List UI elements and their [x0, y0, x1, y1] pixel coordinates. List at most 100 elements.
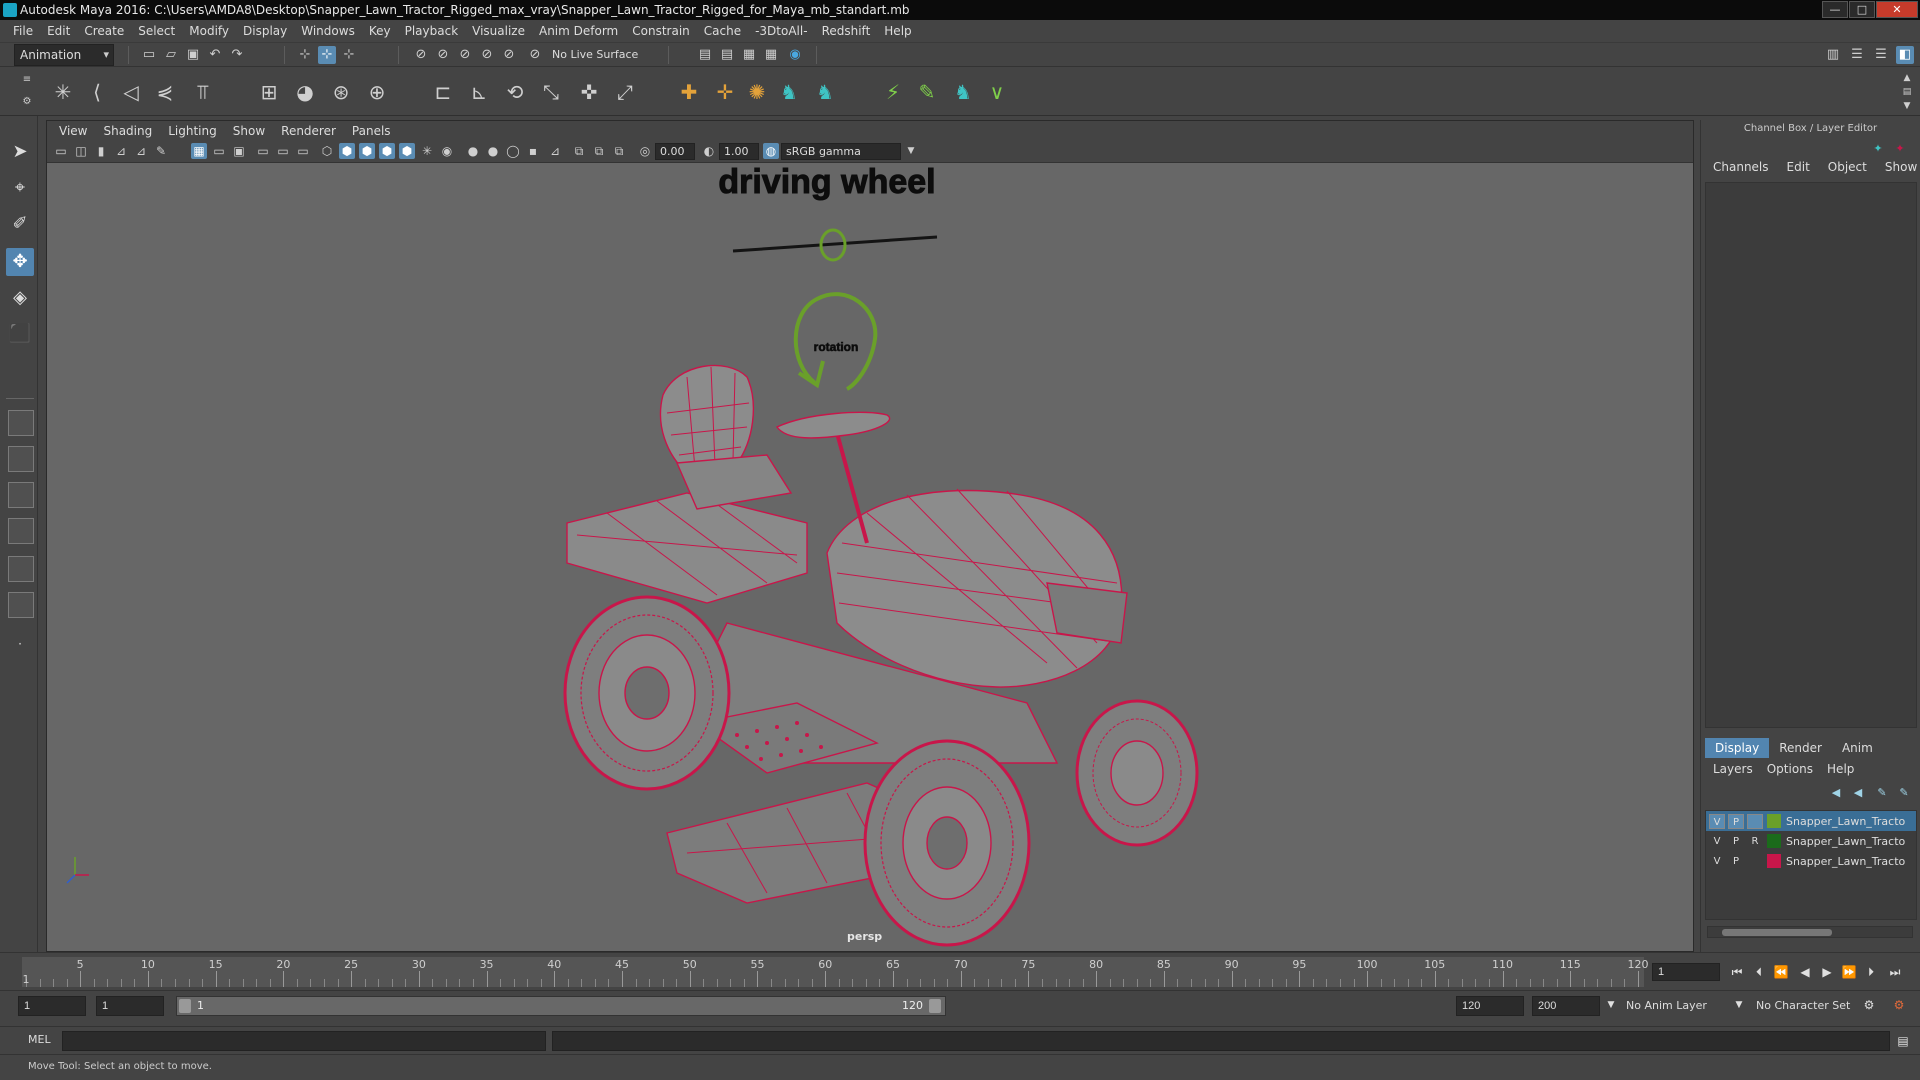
side-by-side-layout-button[interactable]	[8, 482, 34, 508]
layer-menu-options[interactable]: Options	[1767, 762, 1813, 780]
redo-icon[interactable]: ↷	[228, 46, 246, 64]
close-button[interactable]: ✕	[1876, 1, 1918, 18]
layer-playback-toggle[interactable]: P	[1728, 813, 1744, 829]
step-forward-frame-icon[interactable]: ⏵	[1862, 963, 1880, 981]
step-back-frame-icon[interactable]: ⏴	[1750, 963, 1768, 981]
character-set-dropdown[interactable]: No Character Set	[1756, 996, 1850, 1016]
new-scene-icon[interactable]: ▭	[140, 46, 158, 64]
new-layer-from-selection-icon[interactable]: ✎	[1895, 784, 1913, 802]
layer-color-swatch[interactable]	[1767, 854, 1781, 868]
lattice-icon[interactable]: ⊛	[328, 79, 354, 105]
snap-point-icon[interactable]: ⊘	[456, 46, 474, 64]
four-pane-layout-button[interactable]	[8, 446, 34, 472]
menu-anim-deform[interactable]: Anim Deform	[532, 20, 625, 42]
layer-display-type-toggle[interactable]	[1747, 813, 1763, 829]
menu-set-dropdown[interactable]: Animation	[14, 44, 114, 66]
select-object-icon[interactable]: ⊹	[318, 46, 336, 64]
script-editor-icon[interactable]: ▤	[1894, 1032, 1912, 1050]
anim-layer-chevron-down-icon[interactable]: ▼	[1730, 996, 1748, 1014]
modeling-toolkit-icon[interactable]: ▥	[1824, 46, 1842, 64]
breakdown-key-icon[interactable]: ✺	[744, 79, 770, 105]
xray-icon[interactable]: ⊿	[547, 143, 563, 159]
layer-menu-help[interactable]: Help	[1827, 762, 1854, 780]
save-scene-icon[interactable]: ▣	[184, 46, 202, 64]
smooth-bind-icon[interactable]: ◕	[292, 79, 318, 105]
snap-view-plane-icon[interactable]: ⊘	[478, 46, 496, 64]
screen-space-ao-icon[interactable]: ◉	[439, 143, 455, 159]
exposure-icon[interactable]: ◎	[637, 143, 653, 159]
layer-row[interactable]: V P Snapper_Lawn_Tractor	[1706, 851, 1916, 871]
current-frame-field[interactable]	[1652, 963, 1720, 981]
shelf-tabs-icon[interactable]: ⚙	[18, 93, 36, 111]
more-layouts-icon[interactable]: ·	[6, 630, 34, 658]
select-camera-icon[interactable]: ▭	[53, 143, 69, 159]
channel-box-pin-icon[interactable]: ✦	[1869, 140, 1887, 158]
play-forwards-icon[interactable]: ▶	[1818, 963, 1836, 981]
xray-components-icon[interactable]: ⧉	[591, 143, 607, 159]
orient-constraint-icon[interactable]: ⟲	[502, 79, 528, 105]
render-view-icon[interactable]: ◉	[786, 46, 804, 64]
human-ik-icon[interactable]: ♞	[776, 79, 802, 105]
open-scene-icon[interactable]: ▱	[162, 46, 180, 64]
menu-file[interactable]: File	[6, 20, 40, 42]
tab-anim-layers[interactable]: Anim	[1832, 738, 1883, 758]
two-d-pan-icon[interactable]: ⊿	[133, 143, 149, 159]
channel-box-toggle-icon[interactable]: ◧	[1896, 46, 1914, 64]
move-layer-down-icon[interactable]: ◀	[1849, 784, 1867, 802]
mirror-joint-icon[interactable]: ◁	[118, 79, 144, 105]
multisample-aa-icon[interactable]: ●	[485, 143, 501, 159]
minimize-button[interactable]: —	[1822, 1, 1848, 18]
command-input[interactable]	[62, 1031, 546, 1051]
viewport-menu-show[interactable]: Show	[225, 124, 273, 138]
render-frame-icon[interactable]: ▤	[696, 46, 714, 64]
layer-visibility-toggle[interactable]: V	[1709, 834, 1725, 849]
render-settings-icon[interactable]: ▦	[740, 46, 758, 64]
gamma-icon[interactable]: ◐	[701, 143, 717, 159]
ik-handle-icon[interactable]: ⋞	[152, 79, 178, 105]
lasso-tool-icon[interactable]: ⌖	[6, 174, 34, 202]
maximize-button[interactable]: □	[1849, 1, 1875, 18]
menu-edit[interactable]: Edit	[40, 20, 77, 42]
persp-outliner-layout-button[interactable]	[8, 518, 34, 544]
aim-constraint-icon[interactable]: ✜	[576, 79, 602, 105]
bookmark-icon[interactable]: ▮	[93, 143, 109, 159]
insert-joint-icon[interactable]: ⟨	[84, 79, 110, 105]
wireframe-icon[interactable]: ⬡	[319, 143, 335, 159]
hypershade-layout-button[interactable]	[8, 592, 34, 618]
live-surface-label[interactable]: No Live Surface	[552, 45, 638, 65]
snap-surface-icon[interactable]: ⊘	[500, 46, 518, 64]
brush-icon[interactable]: ✎	[914, 79, 940, 105]
channel-box-menu-edit[interactable]: Edit	[1787, 160, 1810, 178]
quick-rig-icon[interactable]: ♞	[950, 79, 976, 105]
bind-skin-icon[interactable]: ⊞	[256, 79, 282, 105]
viewport-menu-renderer[interactable]: Renderer	[273, 124, 344, 138]
tab-render-layers[interactable]: Render	[1769, 738, 1832, 758]
character-controls-icon[interactable]: ♞	[812, 79, 838, 105]
color-space-chevron-down-icon[interactable]: ▼	[903, 143, 919, 159]
paint-weights-icon[interactable]: ⚡	[880, 79, 906, 105]
end-time-chevron-down-icon[interactable]: ▼	[1602, 996, 1620, 1014]
menu-3dtoall[interactable]: -3DtoAll-	[748, 20, 814, 42]
step-back-key-icon[interactable]: ⏪	[1772, 963, 1790, 981]
viewport-menu-panels[interactable]: Panels	[344, 124, 399, 138]
viewport-menu-shading[interactable]: Shading	[95, 124, 160, 138]
play-backwards-icon[interactable]: ◀	[1796, 963, 1814, 981]
depth-of-field-icon[interactable]: ◯	[505, 143, 521, 159]
layer-visibility-toggle[interactable]: V	[1709, 813, 1725, 829]
layer-row[interactable]: V P R Snapper_Lawn_Tractor	[1706, 831, 1916, 851]
script-language-label[interactable]: MEL	[28, 1033, 51, 1046]
point-constraint-icon[interactable]: ⊾	[466, 79, 492, 105]
set-key-icon[interactable]: ✛	[712, 79, 738, 105]
menu-key[interactable]: Key	[362, 20, 398, 42]
tab-display-layers[interactable]: Display	[1705, 738, 1770, 758]
camera-attributes-icon[interactable]: ◫	[73, 143, 89, 159]
create-joint-icon[interactable]: ✳	[50, 79, 76, 105]
layer-scrollbar-thumb[interactable]	[1722, 929, 1832, 936]
menu-display[interactable]: Display	[236, 20, 294, 42]
locator-icon[interactable]: ✚	[676, 79, 702, 105]
scale-constraint-icon[interactable]: ⤡	[538, 79, 564, 105]
wireframe-on-shaded-icon[interactable]: ⬢	[359, 143, 375, 159]
single-pane-layout-button[interactable]	[8, 410, 34, 436]
playback-start-field[interactable]	[96, 996, 164, 1016]
range-end-handle[interactable]	[929, 999, 941, 1013]
